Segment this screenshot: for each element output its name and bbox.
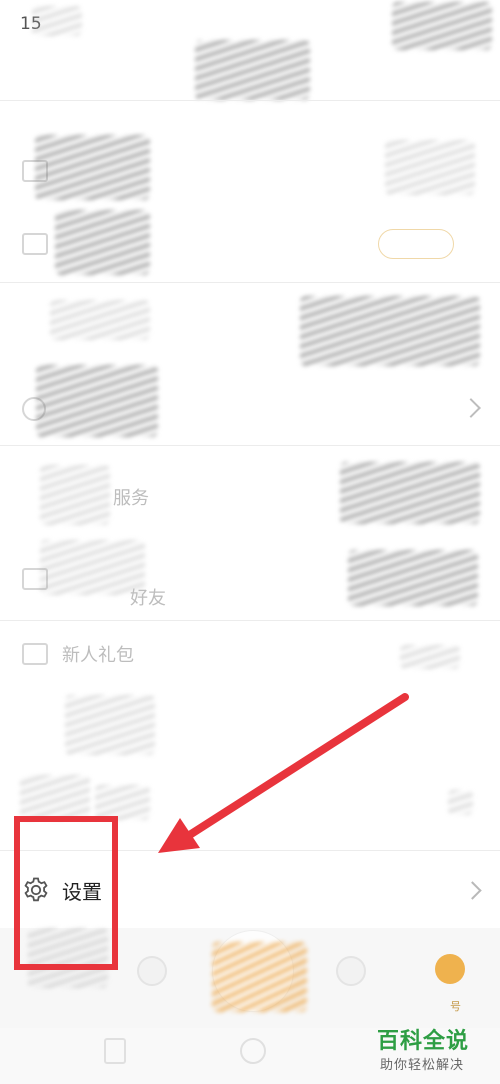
watermark-subtitle: 助你轻松解决	[380, 1058, 465, 1073]
pointer-arrow	[158, 693, 409, 853]
watermark-title: 百科全说	[377, 1029, 470, 1054]
